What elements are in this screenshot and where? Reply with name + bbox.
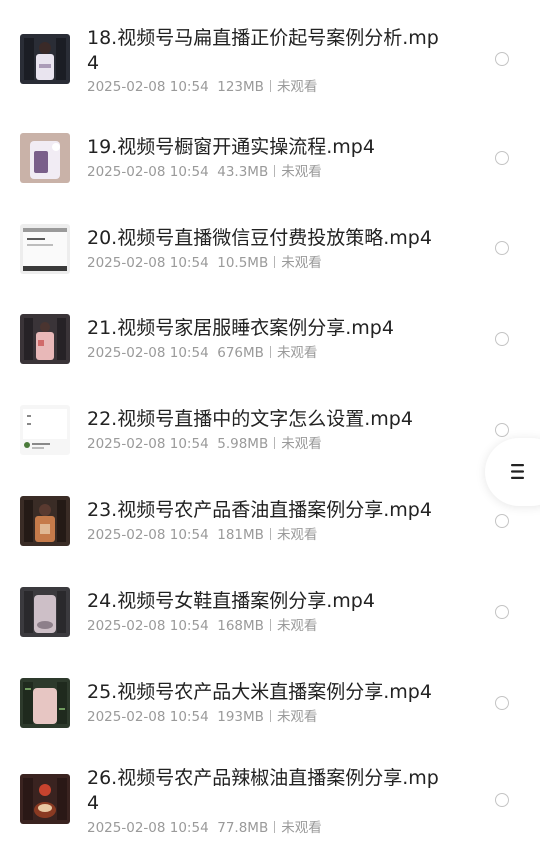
video-thumbnail xyxy=(20,314,70,364)
video-thumbnail xyxy=(20,405,70,455)
video-thumbnail xyxy=(20,34,70,84)
separator xyxy=(269,528,271,540)
file-date: 2025-02-08 10:54 xyxy=(87,820,209,836)
video-thumbnail xyxy=(20,587,70,637)
file-size: 43.3MB xyxy=(217,164,269,180)
list-item[interactable]: 20.视频号直播微信豆付费投放策略.mp4 2025-02-08 10:54 1… xyxy=(0,206,540,297)
file-date: 2025-02-08 10:54 xyxy=(87,436,209,452)
watch-status: 未观看 xyxy=(276,618,318,634)
select-radio[interactable] xyxy=(495,52,509,66)
watch-status: 未观看 xyxy=(276,345,318,361)
watch-status: 未观看 xyxy=(281,164,322,180)
file-size: 181MB xyxy=(217,527,264,543)
file-size: 123MB xyxy=(217,79,264,95)
file-date: 2025-02-08 10:54 xyxy=(87,618,209,634)
file-size: 10.5MB xyxy=(217,255,269,271)
file-title: 18.视频号马扁直播正价起号案例分析.mp4 xyxy=(87,27,439,74)
select-radio[interactable] xyxy=(495,793,509,807)
file-meta: 2025-02-08 10:54 168MB 未观看 xyxy=(87,617,317,635)
file-meta: 2025-02-08 10:54 5.98MB 未观看 xyxy=(87,435,322,453)
file-size: 77.8MB xyxy=(217,820,269,836)
file-meta: 2025-02-08 10:54 181MB 未观看 xyxy=(87,526,317,544)
file-list: 18.视频号马扁直播正价起号案例分析.mp4 2025-02-08 10:54 … xyxy=(0,0,540,847)
file-title: 26.视频号农产品辣椒油直播案例分享.mp4 xyxy=(87,767,439,814)
file-meta: 2025-02-08 10:54 10.5MB 未观看 xyxy=(87,254,322,272)
file-meta: 2025-02-08 10:54 43.3MB 未观看 xyxy=(87,163,322,181)
file-size: 676MB xyxy=(217,345,264,361)
select-radio[interactable] xyxy=(495,423,509,437)
menu-icon xyxy=(511,464,524,479)
separator xyxy=(269,710,271,722)
separator xyxy=(274,821,276,833)
list-item[interactable]: 19.视频号橱窗开通实操流程.mp4 2025-02-08 10:54 43.3… xyxy=(0,115,540,206)
file-date: 2025-02-08 10:54 xyxy=(87,164,209,180)
list-item[interactable]: 18.视频号马扁直播正价起号案例分析.mp4 2025-02-08 10:54 … xyxy=(0,0,540,115)
file-title: 22.视频号直播中的文字怎么设置.mp4 xyxy=(87,408,413,430)
file-date: 2025-02-08 10:54 xyxy=(87,527,209,543)
video-thumbnail xyxy=(20,678,70,728)
select-radio[interactable] xyxy=(495,241,509,255)
file-title: 20.视频号直播微信豆付费投放策略.mp4 xyxy=(87,227,432,249)
watch-status: 未观看 xyxy=(276,527,318,543)
watch-status: 未观看 xyxy=(276,709,318,725)
file-meta: 2025-02-08 10:54 676MB 未观看 xyxy=(87,344,317,362)
select-radio[interactable] xyxy=(495,332,509,346)
video-thumbnail xyxy=(20,133,70,183)
video-thumbnail xyxy=(20,224,70,274)
select-radio[interactable] xyxy=(495,514,509,528)
file-date: 2025-02-08 10:54 xyxy=(87,709,209,725)
file-size: 168MB xyxy=(217,618,264,634)
file-title: 19.视频号橱窗开通实操流程.mp4 xyxy=(87,136,375,158)
select-radio[interactable] xyxy=(495,696,509,710)
list-item[interactable]: 24.视频号女鞋直播案例分享.mp4 2025-02-08 10:54 168M… xyxy=(0,570,540,661)
watch-status: 未观看 xyxy=(276,79,318,95)
video-thumbnail xyxy=(20,496,70,546)
separator xyxy=(269,619,271,631)
list-item[interactable]: 25.视频号农产品大米直播案例分享.mp4 2025-02-08 10:54 1… xyxy=(0,661,540,752)
watch-status: 未观看 xyxy=(281,820,322,836)
video-thumbnail xyxy=(20,774,70,824)
list-item[interactable]: 23.视频号农产品香油直播案例分享.mp4 2025-02-08 10:54 1… xyxy=(0,479,540,570)
list-item[interactable]: 26.视频号农产品辣椒油直播案例分享.mp4 2025-02-08 10:54 … xyxy=(0,752,540,847)
file-title: 24.视频号女鞋直播案例分享.mp4 xyxy=(87,590,375,612)
file-date: 2025-02-08 10:54 xyxy=(87,255,209,271)
file-date: 2025-02-08 10:54 xyxy=(87,345,209,361)
separator xyxy=(274,256,276,268)
file-title: 23.视频号农产品香油直播案例分享.mp4 xyxy=(87,499,432,521)
separator xyxy=(274,165,276,177)
file-title: 21.视频号家居服睡衣案例分享.mp4 xyxy=(87,317,394,339)
separator xyxy=(269,346,271,358)
watch-status: 未观看 xyxy=(281,255,322,271)
file-size: 5.98MB xyxy=(217,436,269,452)
file-meta: 2025-02-08 10:54 77.8MB 未观看 xyxy=(87,819,322,837)
watch-status: 未观看 xyxy=(281,436,322,452)
file-date: 2025-02-08 10:54 xyxy=(87,79,209,95)
file-meta: 2025-02-08 10:54 193MB 未观看 xyxy=(87,708,317,726)
select-radio[interactable] xyxy=(495,605,509,619)
list-item[interactable]: 22.视频号直播中的文字怎么设置.mp4 2025-02-08 10:54 5.… xyxy=(0,388,540,479)
file-title: 25.视频号农产品大米直播案例分享.mp4 xyxy=(87,681,432,703)
select-radio[interactable] xyxy=(495,151,509,165)
separator xyxy=(269,80,271,92)
file-size: 193MB xyxy=(217,709,264,725)
file-meta: 2025-02-08 10:54 123MB 未观看 xyxy=(87,78,317,96)
separator xyxy=(274,437,276,449)
list-item[interactable]: 21.视频号家居服睡衣案例分享.mp4 2025-02-08 10:54 676… xyxy=(0,297,540,388)
